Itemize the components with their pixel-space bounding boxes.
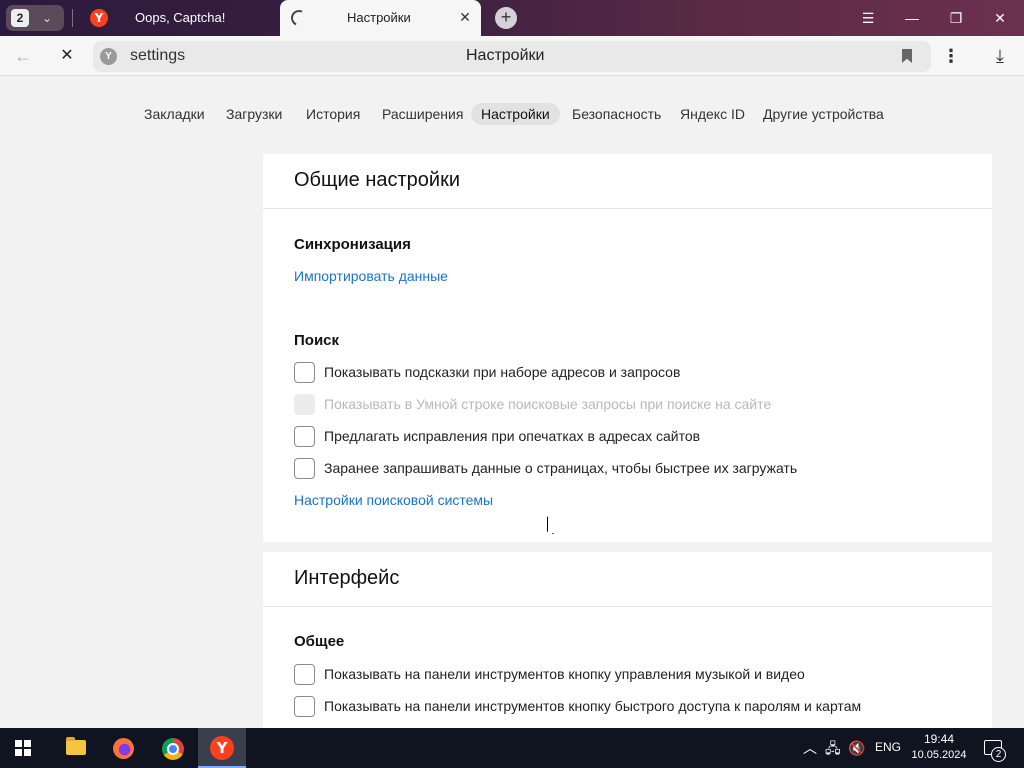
nav-settings[interactable]: Настройки	[471, 103, 560, 125]
clock-date[interactable]: 10.05.2024	[905, 749, 973, 761]
tab-captcha[interactable]: Y Oops, Captcha!	[80, 0, 276, 36]
taskbar: Y ︿ 🖧 🔇 ENG 19:44 10.05.2024 2	[0, 728, 1024, 768]
clock-time[interactable]: 19:44	[911, 732, 967, 746]
search-section-title: Поиск	[294, 332, 340, 349]
windows-start-icon[interactable]	[15, 740, 31, 756]
nav-security[interactable]: Безопасность	[562, 103, 671, 125]
stop-loading-icon[interactable]: ✕	[56, 45, 78, 67]
tab-title: Настройки	[347, 10, 411, 25]
search-engine-settings-link[interactable]: Настройки поисковой системы	[294, 492, 493, 508]
chrome-icon	[162, 738, 184, 760]
tab-title: Oops, Captcha!	[135, 10, 226, 25]
volume-muted-icon[interactable]: 🔇	[848, 739, 865, 757]
restore-icon[interactable]: ❐	[943, 6, 969, 30]
checkbox[interactable]	[294, 458, 315, 479]
interface-title: Интерфейс	[294, 567, 400, 589]
navigation-bar: ← ✕ Y settings Настройки ⋮ ⤓	[0, 36, 1024, 76]
new-tab-button[interactable]: +	[495, 7, 517, 29]
firefox-icon	[113, 738, 134, 759]
minimize-icon[interactable]: —	[899, 6, 925, 30]
tab-close-icon[interactable]: ✕	[456, 8, 474, 26]
file-explorer-icon	[66, 737, 86, 755]
general-settings-title: Общие настройки	[294, 169, 460, 191]
site-info-icon[interactable]: Y	[100, 48, 117, 65]
interface-settings-card: Интерфейс Общее Показывать на панели инс…	[263, 552, 992, 732]
checkbox-label[interactable]: Показывать подсказки при наборе адресов …	[324, 364, 680, 380]
network-icon[interactable]: 🖧	[825, 739, 841, 757]
nav-downloads[interactable]: Загрузки	[216, 103, 292, 125]
tab-separator	[72, 9, 73, 27]
chevron-down-icon: ⌄	[42, 11, 53, 25]
tab-count: 2	[11, 9, 29, 27]
taskbar-chrome[interactable]	[148, 728, 196, 768]
checkbox-label[interactable]: Показывать на панели инструментов кнопку…	[324, 698, 861, 714]
taskbar-firefox[interactable]	[99, 728, 147, 768]
card-header: Общие настройки	[263, 154, 992, 209]
download-icon[interactable]: ⤓	[989, 45, 1011, 67]
browser-tab-strip: 2 ⌄ Y Oops, Captcha! Настройки ✕ + ☰ — ❐…	[0, 0, 1024, 36]
back-arrow-icon[interactable]: ←	[12, 45, 34, 67]
tab-counter-button[interactable]: 2 ⌄	[6, 5, 64, 31]
menu-icon[interactable]: ☰	[855, 6, 881, 30]
taskbar-file-explorer[interactable]	[50, 728, 98, 768]
interface-general-title: Общее	[294, 633, 345, 650]
address-page-title: Настройки	[466, 47, 545, 64]
general-settings-card: Общие настройки Синхронизация Импортиров…	[263, 154, 992, 542]
language-indicator[interactable]: ENG	[875, 740, 901, 754]
taskbar-yandex-browser[interactable]: Y	[198, 728, 246, 768]
tab-settings[interactable]: Настройки ✕	[280, 0, 481, 36]
loading-spinner-icon	[288, 7, 310, 29]
settings-section-nav: Закладки Загрузки История Расширения Нас…	[0, 100, 1024, 128]
nav-history[interactable]: История	[296, 103, 370, 125]
nav-yandex-id[interactable]: Яндекс ID	[670, 103, 755, 125]
import-data-link[interactable]: Импортировать данные	[294, 268, 448, 284]
checkbox[interactable]	[294, 362, 315, 383]
yandex-icon: Y	[90, 9, 108, 27]
checkbox	[294, 394, 315, 415]
yandex-browser-icon: Y	[210, 736, 234, 760]
nav-bookmarks[interactable]: Закладки	[134, 103, 215, 125]
checkbox-label: Показывать в Умной строке поисковые запр…	[324, 396, 772, 412]
checkbox[interactable]	[294, 664, 315, 685]
checkbox[interactable]	[294, 696, 315, 717]
more-options-icon[interactable]: ⋮	[941, 45, 961, 67]
nav-other-devices[interactable]: Другие устройства	[753, 103, 894, 125]
checkbox-label[interactable]: Показывать на панели инструментов кнопку…	[324, 666, 805, 682]
sync-section-title: Синхронизация	[294, 236, 411, 253]
close-icon[interactable]: ✕	[987, 6, 1013, 30]
notification-count-badge: 2	[991, 747, 1006, 762]
card-header: Интерфейс	[263, 552, 992, 607]
checkbox-label[interactable]: Предлагать исправления при опечатках в а…	[324, 428, 700, 444]
address-bar[interactable]: Y settings Настройки	[93, 41, 931, 72]
url-text[interactable]: settings	[130, 47, 185, 65]
bookmark-icon[interactable]	[902, 49, 912, 63]
tray-expand-icon[interactable]: ︿	[803, 739, 817, 757]
checkbox-label[interactable]: Заранее запрашивать данные о страницах, …	[324, 460, 797, 476]
nav-extensions[interactable]: Расширения	[372, 103, 473, 125]
checkbox[interactable]	[294, 426, 315, 447]
